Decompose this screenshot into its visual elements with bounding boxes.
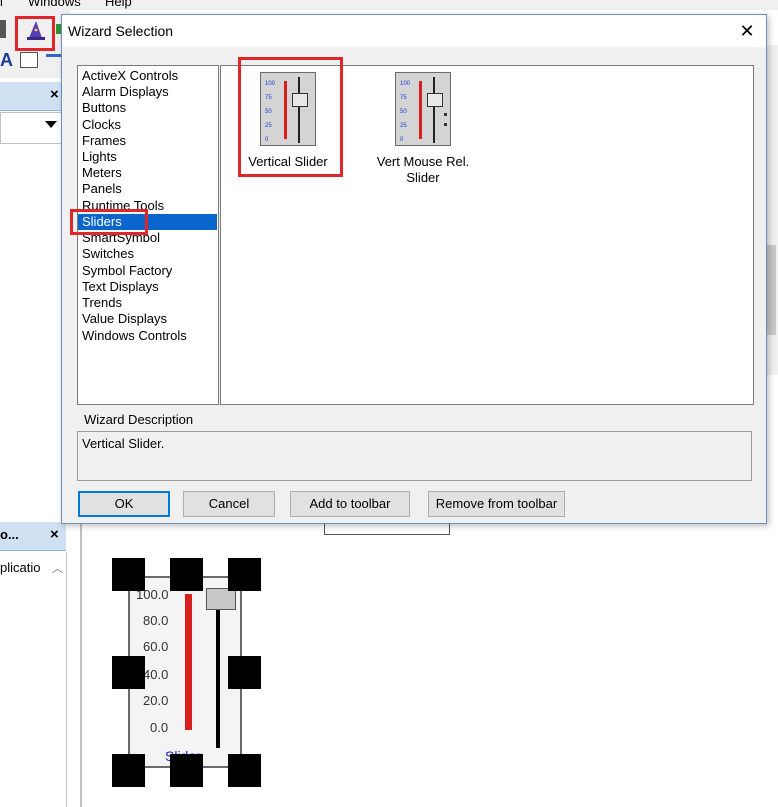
- remove-from-toolbar-button[interactable]: Remove from toolbar: [428, 491, 565, 517]
- secondary-toolbar: A: [0, 48, 70, 78]
- dialog-title-bar: Wizard Selection ✕: [62, 15, 766, 47]
- slider-thumb[interactable]: [206, 588, 236, 610]
- ok-button[interactable]: OK: [78, 491, 170, 517]
- category-item[interactable]: Frames: [78, 133, 217, 149]
- menu-item-l[interactable]: l: [0, 0, 3, 9]
- selection-handle[interactable]: [228, 754, 261, 787]
- wizard-item-vert-mouse-rel-slider[interactable]: 100 75 50 25 0 Vert Mouse Rel. Slider: [371, 72, 475, 192]
- left-panel-2-body: plicatio ︿: [0, 552, 67, 807]
- selection-handle[interactable]: [170, 558, 203, 591]
- category-item[interactable]: Clocks: [78, 117, 217, 133]
- category-item[interactable]: Switches: [78, 246, 217, 262]
- close-icon[interactable]: ×: [50, 86, 59, 103]
- chevron-down-icon: [45, 121, 57, 128]
- category-item[interactable]: Meters: [78, 165, 217, 181]
- annotation-highlight: [70, 209, 148, 235]
- tick-label: 80.0: [143, 613, 169, 628]
- category-item[interactable]: Trends: [78, 295, 217, 311]
- text-tool-icon[interactable]: A: [0, 50, 13, 71]
- left-panel-body: [0, 144, 66, 504]
- slider-track: [216, 596, 220, 748]
- scrollbar-thumb[interactable]: [767, 245, 776, 335]
- selection-handle[interactable]: [228, 656, 261, 689]
- wizard-selection-dialog: Wizard Selection ✕ ActiveX Controls Alar…: [61, 14, 767, 524]
- close-icon[interactable]: ×: [50, 526, 59, 543]
- toolbar-partial-icon[interactable]: [0, 20, 6, 38]
- description-label: Wizard Description: [84, 412, 194, 427]
- wizard-item-label-line1: Vert Mouse Rel.: [376, 154, 470, 169]
- category-item[interactable]: ActiveX Controls: [78, 68, 217, 84]
- category-item[interactable]: Value Displays: [78, 311, 217, 327]
- category-item[interactable]: Lights: [78, 149, 217, 165]
- description-box: Vertical Slider.: [77, 431, 752, 481]
- selection-handle[interactable]: [112, 754, 145, 787]
- tick-label: 20.0: [143, 693, 169, 708]
- tick-label: 0.0: [150, 720, 169, 735]
- category-list[interactable]: ActiveX Controls Alarm Displays Buttons …: [77, 65, 219, 405]
- category-item[interactable]: Alarm Displays: [78, 84, 217, 100]
- annotation-highlight: [238, 57, 343, 177]
- selection-handle[interactable]: [112, 558, 145, 591]
- menu-item-help[interactable]: Help: [105, 0, 132, 9]
- left-panel-dropdown[interactable]: [0, 112, 68, 144]
- frame-tool-icon[interactable]: [20, 52, 38, 68]
- selection-handle[interactable]: [228, 558, 261, 591]
- icon-scale: 100 75 50 25 0: [400, 81, 411, 143]
- category-item[interactable]: Symbol Factory: [78, 263, 217, 279]
- left-panel-2-header: o... ×: [0, 522, 66, 551]
- close-icon[interactable]: ✕: [734, 19, 760, 43]
- tick-label: 60.0: [143, 639, 169, 654]
- category-item[interactable]: Windows Controls: [78, 328, 217, 344]
- category-item[interactable]: Text Displays: [78, 279, 217, 295]
- annotation-highlight: [15, 16, 55, 51]
- left-panel-header: ×: [0, 82, 66, 111]
- cancel-button[interactable]: Cancel: [183, 491, 275, 517]
- wizard-item-label-line2: Slider: [406, 170, 440, 185]
- left-panel-2-title: o...: [0, 527, 19, 542]
- scroll-up-icon[interactable]: ︿: [52, 560, 63, 576]
- tick-label: 40.0: [143, 667, 169, 682]
- tree-item[interactable]: plicatio: [0, 560, 40, 575]
- category-item[interactable]: Buttons: [78, 100, 217, 116]
- dialog-title: Wizard Selection: [68, 23, 174, 39]
- menu-item-windows[interactable]: Windows: [28, 0, 81, 9]
- slider-red-bar: [185, 594, 192, 730]
- add-to-toolbar-button[interactable]: Add to toolbar: [290, 491, 410, 517]
- menu-bar: l Windows Help: [0, 0, 778, 10]
- vert-mouse-rel-slider-icon: 100 75 50 25 0: [395, 72, 451, 146]
- category-item[interactable]: Panels: [78, 181, 217, 197]
- selection-handle[interactable]: [112, 656, 145, 689]
- selection-handle[interactable]: [170, 754, 203, 787]
